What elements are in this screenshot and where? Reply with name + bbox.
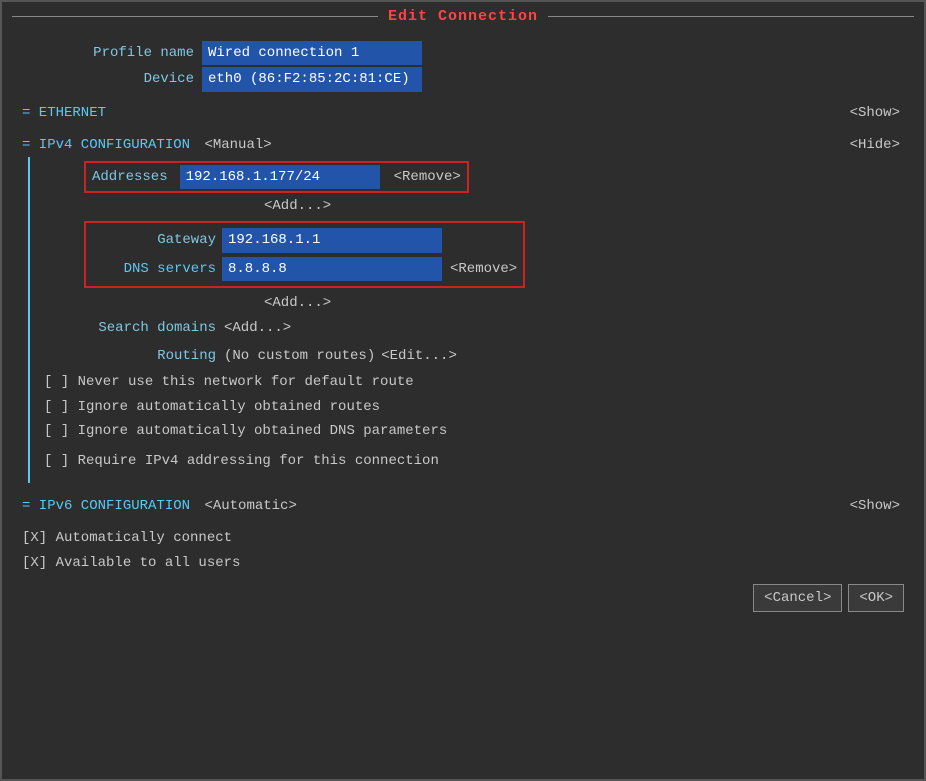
terminal-window: Edit Connection Profile name Wired conne… (0, 0, 926, 781)
cancel-button[interactable]: <Cancel> (753, 584, 842, 612)
ipv4-header-label: = IPv4 CONFIGURATION <Manual> (22, 134, 272, 156)
checkbox4-row: [ ] Require IPv4 addressing for this con… (44, 450, 904, 472)
auto-connect[interactable]: [X] Automatically connect (22, 527, 232, 549)
routing-edit[interactable]: <Edit...> (381, 345, 457, 367)
addresses-add-row: <Add...> (264, 195, 904, 217)
ipv6-show[interactable]: <Show> (850, 495, 900, 517)
device-value[interactable]: eth0 (86:F2:85:2C:81:CE) (202, 67, 422, 91)
gateway-label: Gateway (92, 229, 222, 251)
dns-add-row: <Add...> (264, 292, 904, 314)
search-add[interactable]: <Add...> (224, 317, 291, 339)
title-bar-left-line (12, 16, 378, 17)
gateway-dns-box: Gateway 192.168.1.1 DNS servers 8.8.8.8 … (84, 221, 525, 288)
checkbox2-row: [ ] Ignore automatically obtained routes (44, 396, 904, 418)
dns-label: DNS servers (92, 258, 222, 280)
bottom-buttons: <Cancel> <OK> (22, 584, 904, 612)
ok-button[interactable]: <OK> (848, 584, 904, 612)
ipv4-body: Addresses 192.168.1.177/24 <Remove> <Add… (28, 157, 904, 483)
checkbox3[interactable]: [ ] Ignore automatically obtained DNS pa… (44, 420, 447, 442)
routing-value: (No custom routes) (224, 345, 375, 367)
addresses-value[interactable]: 192.168.1.177/24 (180, 165, 380, 189)
checkbox3-row: [ ] Ignore automatically obtained DNS pa… (44, 420, 904, 442)
ipv6-section-row: = IPv6 CONFIGURATION <Automatic> <Show> (22, 495, 904, 517)
profile-row: Profile name Wired connection 1 (22, 41, 904, 65)
checkbox2[interactable]: [ ] Ignore automatically obtained routes (44, 396, 380, 418)
dialog-title: Edit Connection (388, 8, 538, 25)
ipv6-header: = IPv6 CONFIGURATION <Automatic> (22, 495, 297, 517)
ipv6-mode[interactable]: <Automatic> (204, 498, 296, 514)
addresses-box: Addresses 192.168.1.177/24 <Remove> (84, 161, 469, 193)
dns-remove[interactable]: <Remove> (450, 258, 517, 280)
addresses-add[interactable]: <Add...> (264, 198, 331, 214)
title-bar-right-line (548, 16, 914, 17)
ipv4-header-row: = IPv4 CONFIGURATION <Manual> <Hide> (22, 134, 904, 156)
search-domains-row: Search domains <Add...> (44, 317, 904, 339)
dns-row: DNS servers 8.8.8.8 <Remove> (92, 257, 517, 281)
device-row: Device eth0 (86:F2:85:2C:81:CE) (22, 67, 904, 91)
title-bar: Edit Connection (2, 2, 924, 31)
checkbox4[interactable]: [ ] Require IPv4 addressing for this con… (44, 450, 439, 472)
checkbox1-row: [ ] Never use this network for default r… (44, 371, 904, 393)
gateway-value[interactable]: 192.168.1.1 (222, 228, 442, 252)
search-label: Search domains (44, 317, 224, 339)
checkbox1[interactable]: [ ] Never use this network for default r… (44, 371, 414, 393)
available-users-row: [X] Available to all users (22, 552, 904, 574)
dns-value[interactable]: 8.8.8.8 (222, 257, 442, 281)
ipv4-mode[interactable]: <Manual> (204, 137, 271, 153)
gateway-row: Gateway 192.168.1.1 (92, 228, 517, 252)
routing-label: Routing (44, 345, 224, 367)
auto-connect-row: [X] Automatically connect (22, 527, 904, 549)
ethernet-label: = ETHERNET (22, 102, 106, 124)
dns-add[interactable]: <Add...> (264, 295, 331, 311)
addresses-remove[interactable]: <Remove> (394, 166, 461, 188)
ipv4-hide[interactable]: <Hide> (850, 134, 900, 156)
ethernet-section-row: = ETHERNET <Show> (22, 102, 904, 124)
ethernet-show[interactable]: <Show> (850, 102, 900, 124)
addresses-label: Addresses (92, 166, 174, 188)
available-users[interactable]: [X] Available to all users (22, 552, 240, 574)
profile-value[interactable]: Wired connection 1 (202, 41, 422, 65)
device-label: Device (22, 68, 202, 90)
dialog-content: Profile name Wired connection 1 Device e… (2, 31, 924, 779)
profile-label: Profile name (22, 42, 202, 64)
routing-row: Routing (No custom routes) <Edit...> (44, 345, 904, 367)
